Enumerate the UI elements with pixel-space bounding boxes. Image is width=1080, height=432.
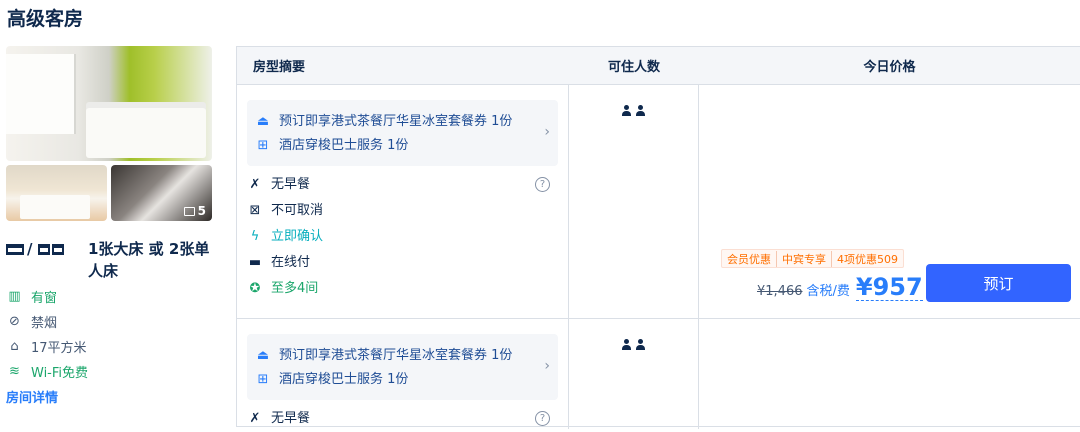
room-thumb-2[interactable]: 5 bbox=[111, 165, 212, 221]
star-badge-icon: ✪ bbox=[249, 281, 261, 296]
package-item: ⏏ 预订即享港式茶餐厅华星冰室套餐券 1份 bbox=[255, 344, 550, 368]
room-thumb-1[interactable] bbox=[6, 165, 107, 221]
gallery-icon bbox=[183, 206, 195, 216]
photo-count-badge: 5 bbox=[183, 204, 206, 218]
price-cell bbox=[699, 319, 1080, 429]
rate-summary-cell: ⏏ 预订即享港式茶餐厅华星冰室套餐券 1份 ⊞ 酒店穿梭巴士服务 1份 › ✗ … bbox=[237, 319, 569, 429]
feature-payment: ▬ 在线付 bbox=[247, 250, 558, 276]
rate-row: ⏏ 预订即享港式茶餐厅华星冰室套餐券 1份 ⊞ 酒店穿梭巴士服务 1份 › ✗ … bbox=[237, 319, 1080, 429]
feature-cancel: ⊠ 不可取消 bbox=[247, 198, 558, 224]
occupancy-cell bbox=[569, 319, 699, 429]
person-icon bbox=[636, 339, 645, 350]
package-item: ⏏ 预订即享港式茶餐厅华星冰室套餐券 1份 bbox=[255, 110, 550, 134]
attr-wifi-label: Wi-Fi免费 bbox=[31, 365, 89, 381]
help-icon[interactable]: ? bbox=[535, 177, 550, 192]
header-occupancy: 可住人数 bbox=[607, 60, 660, 75]
attr-area: ⌂ 17平方米 bbox=[6, 335, 216, 357]
feature-label: 不可取消 bbox=[271, 203, 324, 218]
table-header: 房型摘要 可住人数 今日价格 bbox=[237, 47, 1080, 85]
gift-icon: ⊞ bbox=[257, 138, 269, 153]
package-item-label: 酒店穿梭巴士服务 1份 bbox=[279, 372, 409, 387]
photo-count: 5 bbox=[197, 204, 206, 218]
room-info-panel: 5 / 1张大床 或 2张单人床 ▥ 有窗 ⊘ 禁烟 ⌂ 17平方米 ≋ Wi-… bbox=[6, 46, 216, 406]
room-main-photo[interactable] bbox=[6, 46, 212, 161]
tax-label: 含税/费 bbox=[806, 284, 850, 299]
occupancy-cell bbox=[569, 85, 699, 318]
wifi-icon: ≋ bbox=[9, 363, 20, 379]
price-cell: 会员优惠 中宾专享 4项优惠509 ¥1,466 含税/费 ¥957 预订 bbox=[699, 85, 1080, 318]
package-box[interactable]: ⏏ 预订即享港式茶餐厅华星冰室套餐券 1份 ⊞ 酒店穿梭巴士服务 1份 › bbox=[247, 334, 558, 400]
feature-breakfast: ✗ 无早餐 ? bbox=[247, 406, 558, 432]
promo-tag: 中宾专享 bbox=[777, 250, 832, 267]
lightning-icon: ϟ bbox=[250, 229, 260, 244]
price-line: ¥1,466 含税/费 ¥957 bbox=[757, 274, 923, 301]
bed-text: 1张大床 或 2张单人床 bbox=[88, 240, 210, 280]
two-adults-icon bbox=[622, 105, 645, 318]
no-breakfast-icon: ✗ bbox=[249, 411, 261, 426]
package-item-label: 预订即享港式茶餐厅华星冰室套餐券 1份 bbox=[279, 348, 513, 363]
meal-cloche-icon: ⏏ bbox=[256, 348, 270, 363]
room-detail-link[interactable]: 房间详情 bbox=[6, 387, 216, 406]
person-icon bbox=[636, 105, 645, 116]
rate-table: 房型摘要 可住人数 今日价格 ⏏ 预订即享港式茶餐厅华星冰室套餐券 1份 ⊞ 酒… bbox=[236, 46, 1080, 429]
feature-label: 在线付 bbox=[271, 255, 311, 270]
package-item-label: 酒店穿梭巴士服务 1份 bbox=[279, 138, 409, 153]
photo-thumbnails: 5 bbox=[6, 165, 216, 221]
room-title: 高级客房 bbox=[7, 8, 84, 30]
person-icon bbox=[622, 339, 631, 350]
header-summary: 房型摘要 bbox=[253, 60, 306, 75]
meal-cloche-icon: ⏏ bbox=[256, 114, 270, 129]
card-icon: ▬ bbox=[248, 255, 262, 270]
attr-smoking: ⊘ 禁烟 bbox=[6, 310, 216, 332]
promo-tags[interactable]: 会员优惠 中宾专享 4项优惠509 bbox=[721, 249, 904, 268]
window-icon: ▥ bbox=[8, 288, 21, 304]
feature-confirm: ϟ 立即确认 bbox=[247, 224, 558, 250]
help-icon[interactable]: ? bbox=[535, 411, 550, 426]
chevron-right-icon: › bbox=[544, 358, 550, 374]
package-item: ⊞ 酒店穿梭巴士服务 1份 bbox=[255, 368, 550, 392]
rate-row: ⏏ 预订即享港式茶餐厅华星冰室套餐券 1份 ⊞ 酒店穿梭巴士服务 1份 › ✗ … bbox=[237, 85, 1080, 319]
original-price: ¥1,466 bbox=[757, 284, 803, 299]
no-smoking-icon: ⊘ bbox=[9, 313, 20, 329]
gift-icon: ⊞ bbox=[257, 372, 269, 387]
promo-tag: 会员优惠 bbox=[722, 250, 777, 267]
photo-window bbox=[6, 54, 76, 134]
attr-area-label: 17平方米 bbox=[31, 340, 87, 356]
no-cancel-icon: ⊠ bbox=[249, 203, 261, 218]
no-breakfast-icon: ✗ bbox=[249, 177, 261, 192]
book-button[interactable]: 预订 bbox=[926, 264, 1071, 302]
current-price[interactable]: ¥957 bbox=[855, 274, 923, 301]
header-price: 今日价格 bbox=[863, 60, 916, 75]
person-icon bbox=[622, 105, 631, 116]
feature-label: 立即确认 bbox=[271, 229, 324, 244]
feature-breakfast: ✗ 无早餐 ? bbox=[247, 172, 558, 198]
promo-tag: 4项优惠509 bbox=[837, 252, 898, 266]
package-item: ⊞ 酒店穿梭巴士服务 1份 bbox=[255, 134, 550, 158]
feature-label: 至多4间 bbox=[271, 281, 319, 296]
bed-type: / 1张大床 或 2张单人床 bbox=[6, 238, 216, 282]
thumb-bed bbox=[20, 195, 90, 219]
package-item-label: 预订即享港式茶餐厅华星冰室套餐券 1份 bbox=[279, 114, 513, 129]
area-icon: ⌂ bbox=[10, 338, 19, 354]
rate-summary-cell: ⏏ 预订即享港式茶餐厅华星冰室套餐券 1份 ⊞ 酒店穿梭巴士服务 1份 › ✗ … bbox=[237, 85, 569, 318]
chevron-right-icon: › bbox=[544, 124, 550, 140]
feature-max-rooms: ✪ 至多4间 bbox=[247, 276, 558, 302]
attr-smoking-label: 禁烟 bbox=[31, 315, 58, 331]
attr-wifi: ≋ Wi-Fi免费 bbox=[6, 360, 216, 382]
attr-window: ▥ 有窗 bbox=[6, 285, 216, 307]
attr-window-label: 有窗 bbox=[31, 290, 58, 306]
feature-label: 无早餐 bbox=[271, 411, 311, 426]
photo-bed bbox=[86, 108, 206, 158]
two-adults-icon bbox=[622, 339, 645, 429]
feature-label: 无早餐 bbox=[271, 177, 311, 192]
package-box[interactable]: ⏏ 预订即享港式茶餐厅华星冰室套餐券 1份 ⊞ 酒店穿梭巴士服务 1份 › bbox=[247, 100, 558, 166]
